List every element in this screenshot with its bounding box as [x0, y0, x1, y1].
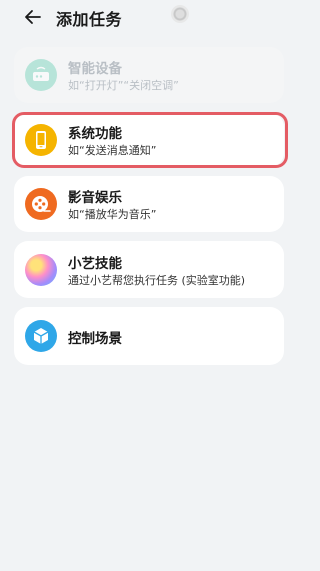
task-item-name: 系统功能 [68, 126, 122, 142]
task-item-subtitle: 如“发送消息通知” [68, 144, 157, 157]
task-item-smart-device[interactable]: 智能设备 如“打开灯”“关闭空调” [14, 47, 284, 103]
router-icon [25, 59, 57, 91]
task-item-subtitle: 如“播放华为音乐” [68, 208, 157, 221]
page-title: 添加任务 [56, 10, 123, 29]
task-item-xiaoyi-skill[interactable]: 小艺技能 通过小艺帮您执行任务 (实验室功能) [14, 241, 284, 298]
task-item-subtitle: 如“打开灯”“关闭空调” [68, 79, 179, 92]
cube-icon [25, 320, 57, 352]
film-reel-icon [25, 188, 57, 220]
phone-icon [25, 124, 57, 156]
task-item-name: 小艺技能 [68, 256, 122, 272]
back-arrow-icon[interactable] [24, 8, 42, 26]
task-item-system-function[interactable]: 系统功能 如“发送消息通知” [14, 113, 284, 167]
floating-assistive-dot[interactable] [171, 5, 189, 23]
task-item-name: 控制场景 [68, 331, 122, 347]
task-item-control-scene[interactable]: 控制场景 [14, 307, 284, 365]
xiaoyi-orb-icon [25, 253, 57, 286]
task-item-subtitle: 通过小艺帮您执行任务 (实验室功能) [68, 274, 246, 287]
task-item-media-entertainment[interactable]: 影音娱乐 如“播放华为音乐” [14, 176, 284, 232]
header-bar: 添加任务 [0, 0, 300, 36]
task-item-name: 智能设备 [68, 61, 122, 77]
task-item-name: 影音娱乐 [68, 190, 122, 206]
